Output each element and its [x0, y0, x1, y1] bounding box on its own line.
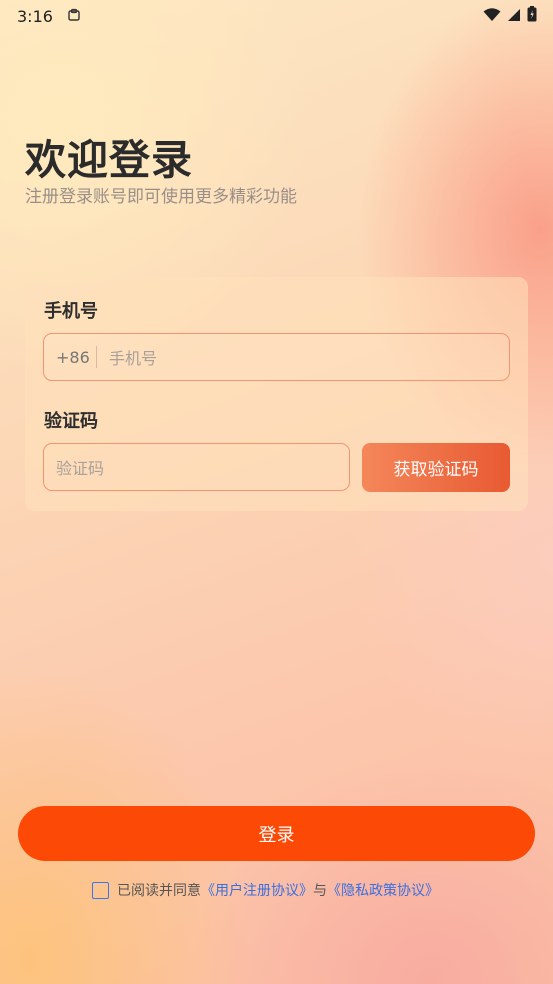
- clipboard-icon: [67, 7, 81, 26]
- wifi-icon: [483, 7, 501, 26]
- agreement-row: 已阅读并同意 《用户注册协议》 与 《隐私政策协议》: [92, 880, 439, 900]
- code-input-placeholder[interactable]: 验证码: [56, 455, 104, 479]
- status-bar: 3:16: [0, 0, 553, 32]
- code-label: 验证码: [44, 411, 98, 432]
- user-agreement-link[interactable]: 《用户注册协议》: [201, 880, 313, 900]
- login-button[interactable]: 登录: [18, 806, 535, 861]
- page-title: 欢迎登录: [25, 136, 193, 184]
- signal-icon: [507, 7, 521, 26]
- country-code[interactable]: +86: [56, 348, 96, 367]
- agreement-text: 已阅读并同意: [117, 883, 201, 899]
- battery-icon: [527, 6, 537, 26]
- privacy-policy-link[interactable]: 《隐私政策协议》: [327, 880, 439, 900]
- agreement-checkbox[interactable]: [92, 881, 109, 899]
- phone-input-placeholder[interactable]: 手机号: [109, 345, 157, 369]
- login-form-card: 手机号 +86 手机号 验证码 验证码 获取验证码: [25, 277, 528, 511]
- agreement-conjunction: 与: [313, 883, 327, 899]
- page-subtitle: 注册登录账号即可使用更多精彩功能: [25, 187, 297, 207]
- status-time: 3:16: [17, 6, 53, 26]
- phone-field[interactable]: +86 手机号: [43, 333, 510, 381]
- phone-label: 手机号: [44, 301, 98, 322]
- code-field[interactable]: 验证码: [43, 443, 350, 491]
- get-code-button[interactable]: 获取验证码: [362, 443, 510, 492]
- divider: [96, 346, 97, 368]
